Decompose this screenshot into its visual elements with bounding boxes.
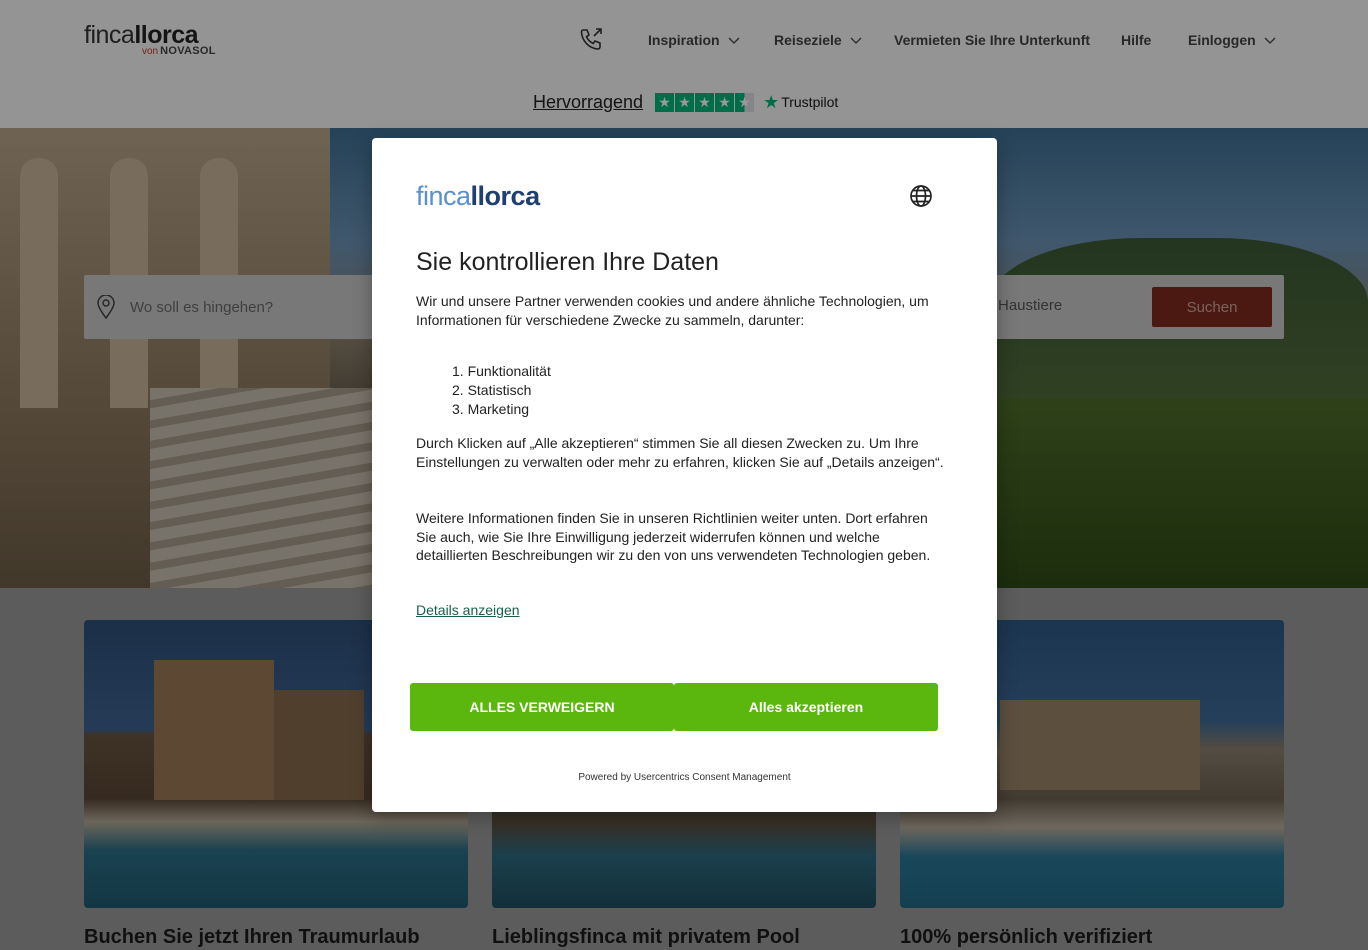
dialog-logo-bold: llorca (470, 181, 541, 211)
powered-by-text: Powered by Usercentrics Consent Manageme… (578, 772, 791, 783)
dialog-policy-info: Weitere Informationen finden Sie in unse… (416, 510, 931, 564)
details-link[interactable]: Details anzeigen (416, 602, 520, 618)
dialog-logo-thin: finca (416, 181, 471, 211)
dialog-title: Sie kontrollieren Ihre Daten (416, 248, 719, 276)
accept-all-button[interactable]: Alles akzeptieren (674, 683, 938, 731)
cookie-consent-dialog: fincallorca Sie kontrollieren Ihre Daten… (372, 138, 997, 812)
deny-all-button[interactable]: ALLES VERWEIGERN (410, 683, 674, 731)
list-item: 2. Statistisch (452, 382, 532, 398)
list-item: 3. Marketing (452, 401, 530, 417)
dialog-accept-info: Durch Klicken auf „Alle akzeptieren“ sti… (416, 435, 944, 470)
list-item: 1. Funktionalität (452, 363, 551, 379)
dialog-logo: fincallorca (416, 181, 540, 212)
dialog-intro: Wir und unsere Partner verwenden cookies… (416, 293, 929, 328)
language-globe-icon[interactable] (909, 184, 933, 208)
purposes-list: 1. Funktionalität 2. Statistisch 3. Mark… (452, 362, 551, 419)
